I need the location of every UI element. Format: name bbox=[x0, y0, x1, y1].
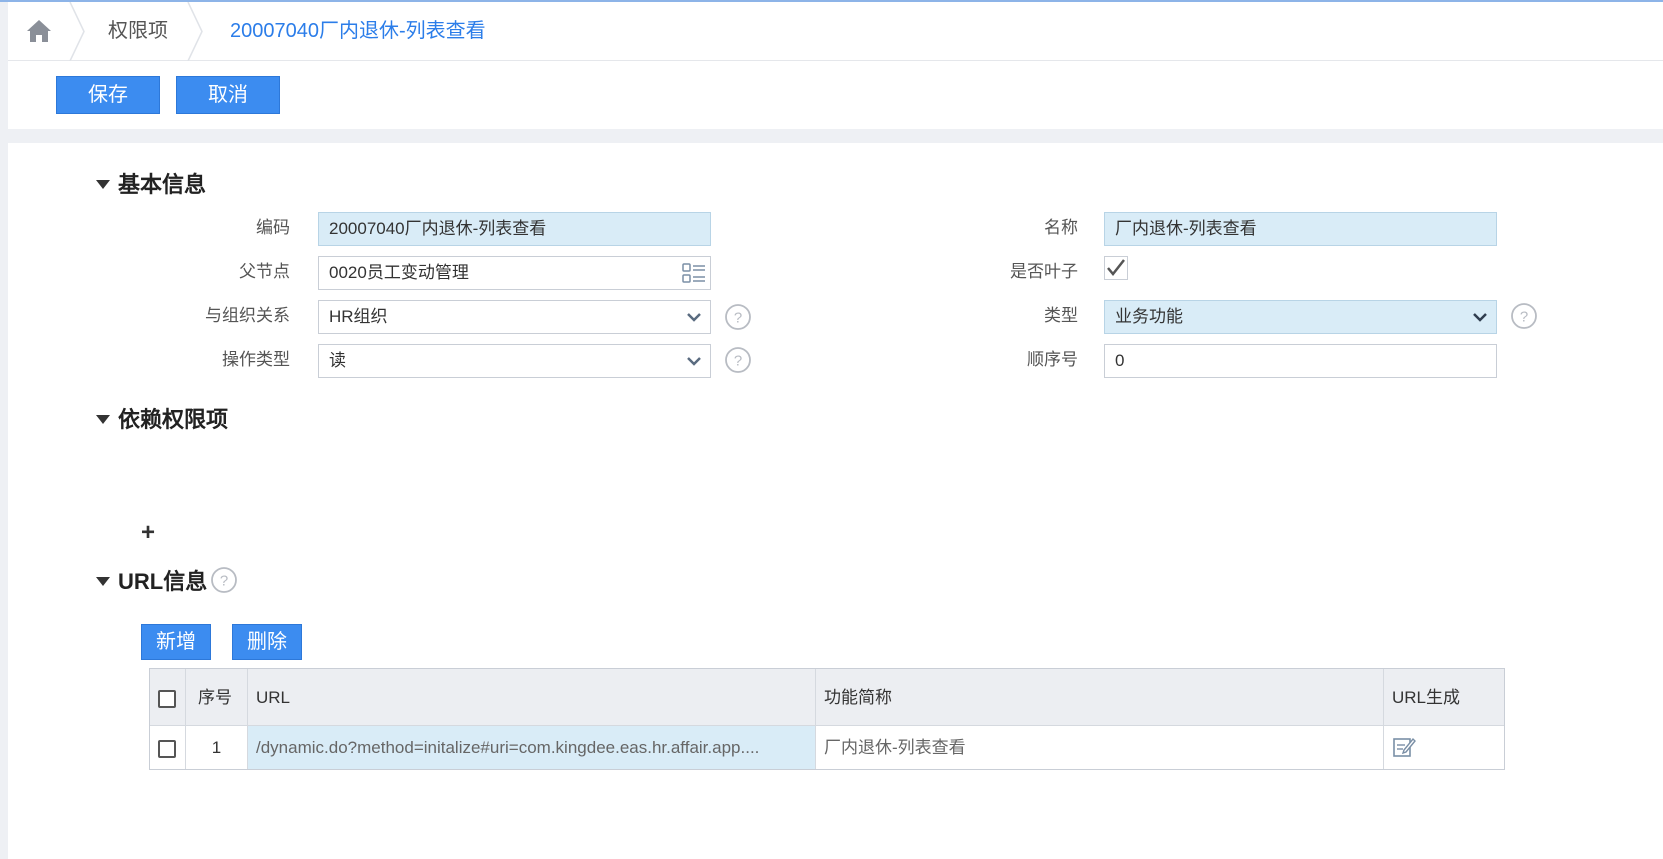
row-short-name[interactable]: 厂内退休-列表查看 bbox=[816, 726, 1384, 769]
section-url-info[interactable]: URL信息 bbox=[96, 568, 207, 596]
org-relation-label: 与组织关系 bbox=[205, 306, 290, 325]
add-url-button[interactable]: 新增 bbox=[141, 624, 211, 660]
collapse-caret-icon bbox=[96, 577, 110, 587]
code-field[interactable]: 20007040厂内退休-列表查看 bbox=[318, 212, 711, 246]
section-title: URL信息 bbox=[118, 569, 208, 594]
parent-value: 0020员工变动管理 bbox=[329, 263, 469, 282]
name-field[interactable]: 厂内退休-列表查看 bbox=[1104, 212, 1497, 246]
svg-text:?: ? bbox=[734, 310, 742, 327]
column-header-seq[interactable]: 序号 bbox=[186, 669, 248, 725]
section-title: 依赖权限项 bbox=[118, 407, 229, 432]
row-seq: 1 bbox=[186, 726, 248, 769]
breadcrumb-item-current: 20007040厂内退休-列表查看 bbox=[230, 20, 486, 42]
row-select-cell bbox=[150, 726, 186, 769]
cancel-button[interactable]: 取消 bbox=[176, 76, 280, 114]
op-type-value: 读 bbox=[329, 351, 346, 370]
type-value: 业务功能 bbox=[1115, 307, 1183, 326]
url-table: 序号 URL 功能简称 URL生成 1 /dynamic.do?method=i… bbox=[149, 668, 1505, 770]
form-panel: 基本信息 编码 20007040厂内退休-列表查看 名称 厂内退休-列表查看 父… bbox=[8, 143, 1663, 859]
type-select[interactable]: 业务功能 bbox=[1104, 300, 1497, 334]
breadcrumb-separator-icon bbox=[187, 2, 203, 61]
edit-icon[interactable] bbox=[1392, 735, 1416, 759]
op-type-label: 操作类型 bbox=[222, 350, 290, 369]
chevron-down-icon[interactable] bbox=[1464, 301, 1496, 333]
list-picker-icon[interactable] bbox=[682, 262, 706, 284]
help-icon[interactable]: ? bbox=[724, 303, 752, 331]
parent-field[interactable]: 0020员工变动管理 bbox=[318, 256, 711, 290]
add-depend-button[interactable]: + bbox=[138, 521, 158, 545]
help-icon[interactable]: ? bbox=[1510, 302, 1538, 330]
svg-text:?: ? bbox=[1520, 309, 1528, 326]
chevron-down-icon[interactable] bbox=[678, 345, 710, 377]
svg-text:?: ? bbox=[220, 573, 228, 590]
row-checkbox[interactable] bbox=[158, 739, 176, 758]
column-header-short-name[interactable]: 功能简称 bbox=[816, 669, 1384, 725]
section-title: 基本信息 bbox=[118, 172, 207, 197]
save-button[interactable]: 保存 bbox=[56, 76, 160, 114]
chevron-down-icon[interactable] bbox=[678, 301, 710, 333]
is-leaf-checkbox[interactable] bbox=[1104, 256, 1128, 280]
is-leaf-label: 是否叶子 bbox=[1010, 262, 1078, 281]
home-icon[interactable] bbox=[24, 16, 54, 46]
type-label: 类型 bbox=[1044, 306, 1078, 325]
row-url-gen-cell bbox=[1384, 726, 1504, 769]
table-header: 序号 URL 功能简称 URL生成 bbox=[150, 669, 1504, 726]
breadcrumb-separator-icon bbox=[69, 2, 85, 61]
svg-text:?: ? bbox=[734, 353, 742, 370]
help-icon[interactable]: ? bbox=[724, 346, 752, 374]
checkmark-icon bbox=[1107, 259, 1125, 276]
section-basic-info[interactable]: 基本信息 bbox=[96, 171, 206, 199]
collapse-caret-icon bbox=[96, 415, 110, 425]
table-row[interactable]: 1 /dynamic.do?method=initalize#uri=com.k… bbox=[150, 726, 1504, 769]
help-icon[interactable]: ? bbox=[210, 566, 238, 594]
org-relation-select[interactable]: HR组织 bbox=[318, 300, 711, 334]
code-label: 编码 bbox=[256, 218, 290, 237]
column-header-url[interactable]: URL bbox=[248, 669, 816, 725]
order-field[interactable]: 0 bbox=[1104, 344, 1497, 378]
select-all-cell bbox=[150, 669, 186, 725]
collapse-caret-icon bbox=[96, 180, 110, 190]
parent-label: 父节点 bbox=[239, 262, 290, 281]
op-type-select[interactable]: 读 bbox=[318, 344, 711, 378]
name-label: 名称 bbox=[1044, 218, 1078, 237]
section-depend[interactable]: 依赖权限项 bbox=[96, 406, 228, 434]
column-header-url-gen[interactable]: URL生成 bbox=[1384, 669, 1504, 725]
select-all-checkbox[interactable] bbox=[158, 689, 176, 708]
delete-url-button[interactable]: 删除 bbox=[232, 624, 302, 660]
breadcrumb-item-permission[interactable]: 权限项 bbox=[108, 2, 168, 61]
toolbar: 保存 取消 bbox=[8, 61, 1663, 129]
breadcrumb: 权限项 20007040厂内退休-列表查看 bbox=[8, 2, 1663, 61]
order-label: 顺序号 bbox=[1027, 350, 1078, 369]
org-relation-value: HR组织 bbox=[329, 307, 388, 326]
row-url[interactable]: /dynamic.do?method=initalize#uri=com.kin… bbox=[248, 726, 816, 769]
